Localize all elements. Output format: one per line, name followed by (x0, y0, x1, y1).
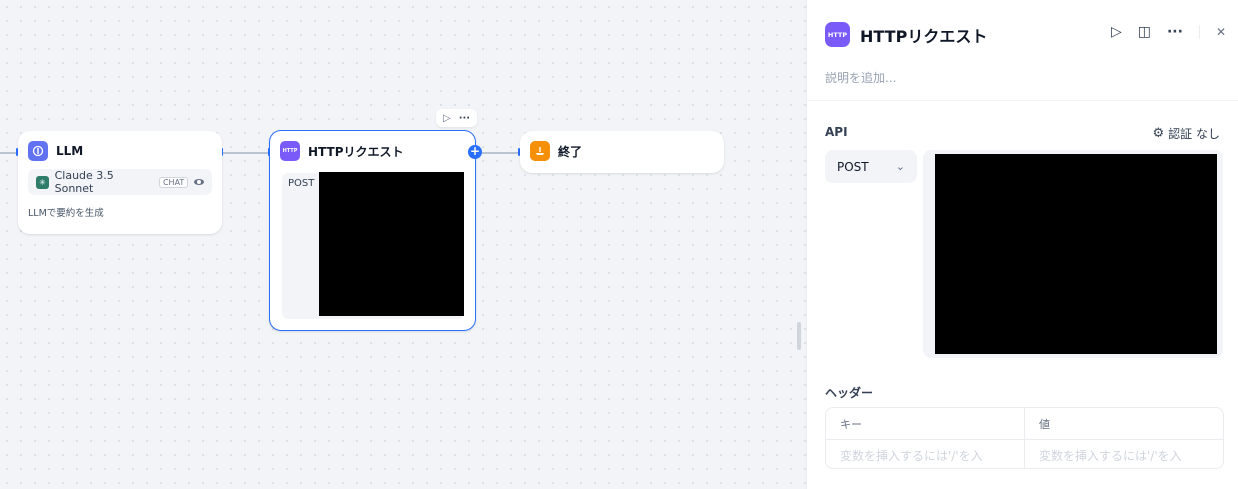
run-node-icon[interactable]: ▷ (443, 113, 451, 124)
llm-node-title: LLM (56, 144, 84, 158)
header-key-input[interactable]: 変数を挿入するには'/'を入 (826, 440, 1024, 468)
http-method-label: POST (288, 178, 315, 189)
model-name: Claude 3.5 Sonnet (54, 169, 114, 195)
section-divider (807, 100, 1238, 101)
headers-table-header: キー 値 (826, 408, 1223, 439)
headers-table: キー 値 変数を挿入するには'/'を入 変数を挿入するには'/'を入 (825, 407, 1224, 469)
more-icon[interactable]: ··· (1167, 24, 1183, 40)
http-node-title: HTTPリクエスト (308, 144, 404, 159)
edge-llm-http (222, 152, 270, 154)
add-node-button[interactable]: + (468, 145, 482, 159)
end-icon (530, 141, 550, 161)
chevron-down-icon: ⌄ (895, 160, 905, 173)
chat-badge: CHAT (158, 176, 189, 188)
docs-icon[interactable]: ◫ (1138, 24, 1151, 40)
more-options-icon[interactable]: ··· (459, 113, 470, 124)
description-input[interactable]: 説明を追加... (825, 69, 896, 86)
http-method-select[interactable]: POST ⌄ (825, 150, 917, 183)
url-input[interactable] (923, 150, 1223, 358)
table-row: 変数を挿入するには'/'を入 変数を挿入するには'/'を入 (826, 439, 1223, 468)
claude-model-icon: ✳ (36, 175, 49, 189)
workflow-canvas[interactable]: LLM ✳ Claude 3.5 Sonnet CHAT LLMで要約を生成 ▷… (0, 0, 806, 489)
redacted-url-block (319, 172, 464, 316)
model-selector[interactable]: ✳ Claude 3.5 Sonnet CHAT (28, 169, 212, 195)
eye-icon[interactable] (194, 179, 205, 185)
llm-node-description: LLMで要約を生成 (28, 208, 104, 219)
llm-node[interactable]: LLM ✳ Claude 3.5 Sonnet CHAT LLMで要約を生成 (18, 131, 222, 234)
auth-button[interactable]: ⚙ 認証 なし (1153, 125, 1220, 142)
panel-title[interactable]: HTTPリクエスト (860, 23, 987, 47)
http-request-node[interactable]: HTTP HTTPリクエスト POST (269, 130, 476, 331)
method-value: POST (837, 159, 869, 174)
http-icon: HTTP (280, 141, 300, 161)
key-column-header: キー (840, 417, 862, 431)
panel-resize-handle[interactable] (797, 322, 801, 350)
run-icon[interactable]: ▷ (1111, 24, 1122, 40)
auth-label: 認証 なし (1168, 127, 1220, 141)
header-value-input[interactable]: 変数を挿入するには'/'を入 (1024, 440, 1223, 468)
node-config-panel: HTTP HTTPリクエスト ▷ ◫ ··· ✕ 説明を追加... API ⚙ … (806, 0, 1238, 489)
redacted-url-block (935, 154, 1217, 354)
http-node-toolbar: ▷ ··· (436, 109, 478, 127)
close-icon[interactable]: ✕ (1216, 25, 1226, 39)
toolbar-divider (1198, 25, 1200, 39)
end-node[interactable]: 終了 (520, 131, 724, 173)
headers-label: ヘッダー (825, 386, 874, 400)
value-column-header: 値 (1024, 408, 1223, 439)
end-node-title: 終了 (558, 144, 583, 159)
panel-toolbar: ▷ ◫ ··· ✕ (1111, 24, 1226, 40)
llm-icon (28, 141, 48, 161)
api-label: API (825, 125, 848, 139)
edge-http-end (476, 152, 520, 154)
gear-icon: ⚙ (1152, 126, 1165, 141)
http-icon: HTTP (825, 22, 850, 47)
